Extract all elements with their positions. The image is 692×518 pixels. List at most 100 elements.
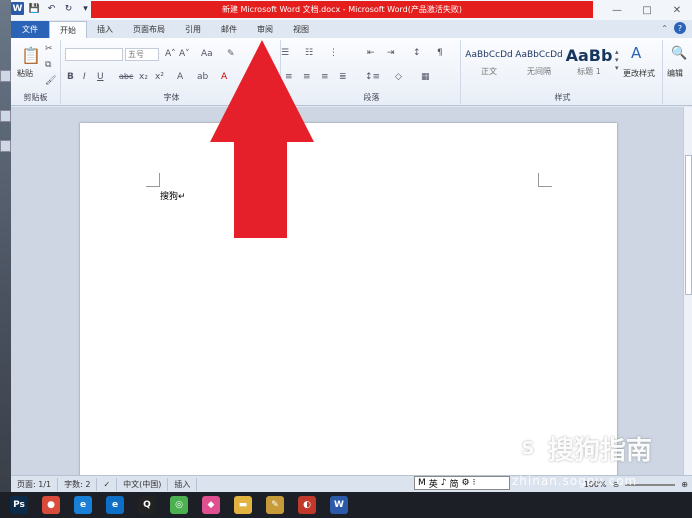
window-controls: — □ ✕ (602, 0, 692, 20)
highlight-icon[interactable]: ab (197, 72, 208, 82)
justify-icon[interactable]: ≣ (339, 72, 347, 82)
change-styles-icon[interactable]: A (631, 44, 641, 62)
browser-icon[interactable]: ◎ (170, 496, 188, 514)
proofing-icon[interactable]: ✓ (97, 477, 118, 491)
find-icon[interactable]: 🔍 (671, 46, 687, 61)
tab-references[interactable]: 引用 (175, 21, 211, 38)
style-preview: AaBbCcDd (465, 50, 513, 60)
increase-indent-icon[interactable]: ⇥ (387, 48, 395, 58)
undo-icon[interactable]: ↶ (45, 2, 58, 15)
ime-lang-toggle[interactable]: 英 (429, 477, 438, 490)
desktop-icon[interactable] (0, 70, 11, 82)
explorer-icon[interactable]: ▬ (234, 496, 252, 514)
chrome-icon[interactable]: ● (42, 496, 60, 514)
group-label: 剪贴板 (23, 93, 48, 102)
redo-icon[interactable]: ↻ (62, 2, 75, 15)
borders-icon[interactable]: ▦ (421, 72, 430, 82)
font-name-select[interactable] (65, 48, 123, 61)
style-preview: AaBbCcDd (515, 50, 563, 60)
style-heading-1[interactable]: AaBb 标题 1 (565, 44, 613, 82)
paint-icon[interactable]: ◐ (298, 496, 316, 514)
underline-button[interactable]: U (97, 72, 104, 82)
cut-icon[interactable]: ✂ (45, 44, 53, 54)
save-icon[interactable]: 💾 (28, 2, 41, 15)
ime-settings-icon[interactable]: ⚙ (462, 478, 470, 488)
superscript-button[interactable]: x² (155, 72, 164, 82)
subscript-button[interactable]: x₂ (139, 72, 148, 82)
language-indicator[interactable]: 中文(中国) (117, 477, 169, 491)
help-area: ⌃ ? (661, 22, 686, 34)
word-window: W 💾 ↶ ↻ ▾ 新建 Microsoft Word 文档.docx - Mi… (11, 0, 692, 492)
ribbon: 📋 粘贴 ✂ ⧉ 🖌 剪贴板 五号 A˄ A˅ Aa ✎ B I U abc x… (11, 38, 692, 106)
photoshop-icon[interactable]: Ps (10, 496, 28, 514)
sort-icon[interactable]: ↕ (413, 48, 421, 58)
group-label: 样式 (554, 93, 571, 102)
style-normal[interactable]: AaBbCcDd 正文 (465, 44, 513, 82)
shading-icon[interactable]: ◇ (395, 72, 402, 82)
text-effects-icon[interactable]: A (177, 72, 183, 82)
shrink-font-icon[interactable]: A˅ (179, 49, 190, 59)
paste-button[interactable]: 粘贴 (17, 68, 33, 79)
tab-page-layout[interactable]: 页面布局 (123, 21, 175, 38)
ie-icon[interactable]: e (74, 496, 92, 514)
ime-simplified-toggle[interactable]: 简 (450, 477, 459, 490)
tab-insert[interactable]: 插入 (87, 21, 123, 38)
title-bar: W 💾 ↶ ↻ ▾ 新建 Microsoft Word 文档.docx - Mi… (11, 0, 692, 20)
editing-button[interactable]: 编辑 (667, 68, 683, 79)
bold-button[interactable]: B (67, 72, 74, 82)
minimize-ribbon-icon[interactable]: ⌃ (661, 24, 668, 33)
margin-corner (538, 173, 552, 187)
editing-group: 🔍 编辑 (665, 40, 692, 104)
styles-scroll-icon[interactable]: ▴ ▾ ▾ (615, 48, 619, 72)
help-icon[interactable]: ? (674, 22, 686, 34)
style-name: 标题 1 (577, 67, 601, 76)
taskbar: Ps ● e e Q ◎ ◆ ▬ ✎ ◐ W (0, 492, 692, 518)
font-size-select[interactable]: 五号 (125, 48, 159, 61)
insert-mode[interactable]: 插入 (168, 477, 198, 491)
grow-font-icon[interactable]: A˄ (165, 49, 176, 59)
word-icon[interactable]: W (330, 496, 348, 514)
window-title: 新建 Microsoft Word 文档.docx - Microsoft Wo… (91, 1, 593, 18)
minimize-button[interactable]: — (602, 0, 632, 20)
multilevel-list-icon[interactable]: ⋮ (329, 48, 338, 58)
zoom-in-icon[interactable]: ⊕ (681, 480, 688, 489)
sogou-logo-icon: S (512, 432, 544, 465)
ime-voice-icon[interactable]: ♪ (441, 478, 447, 488)
tab-review[interactable]: 审阅 (247, 21, 283, 38)
format-painter-icon[interactable]: 🖌 (45, 76, 56, 86)
tab-file[interactable]: 文件 (11, 21, 49, 38)
brush-icon[interactable]: ✎ (266, 496, 284, 514)
maximize-button[interactable]: □ (632, 0, 662, 20)
show-marks-icon[interactable]: ¶ (437, 48, 443, 58)
tab-mailings[interactable]: 邮件 (211, 21, 247, 38)
tab-home[interactable]: 开始 (49, 21, 87, 38)
change-styles-button[interactable]: 更改样式 (623, 68, 655, 79)
page-count[interactable]: 页面: 1/1 (11, 477, 59, 491)
style-name: 正文 (481, 67, 497, 76)
edge-icon[interactable]: e (106, 496, 124, 514)
vertical-scrollbar[interactable] (683, 107, 692, 475)
italic-button[interactable]: I (83, 72, 86, 82)
align-right-icon[interactable]: ≡ (321, 72, 329, 82)
decrease-indent-icon[interactable]: ⇤ (367, 48, 375, 58)
line-spacing-icon[interactable]: ↕≡ (365, 72, 380, 82)
ime-menu-icon[interactable]: ⁝ (473, 478, 476, 488)
word-count[interactable]: 字数: 2 (58, 477, 98, 491)
tab-view[interactable]: 视图 (283, 21, 319, 38)
document-area: 搜狗↵ (11, 107, 692, 478)
ime-logo-icon[interactable]: M (418, 478, 426, 488)
balloon-icon[interactable]: ◆ (202, 496, 220, 514)
style-preview: AaBb (565, 45, 613, 65)
desktop-icon[interactable] (0, 140, 11, 152)
style-no-spacing[interactable]: AaBbCcDd 无间隔 (515, 44, 563, 82)
strikethrough-button[interactable]: abc (119, 72, 133, 81)
copy-icon[interactable]: ⧉ (45, 60, 51, 70)
qq-icon[interactable]: Q (138, 496, 156, 514)
paste-icon[interactable]: 📋 (21, 46, 41, 65)
word-logo-icon[interactable]: W (11, 2, 24, 15)
scroll-thumb[interactable] (685, 155, 692, 295)
close-button[interactable]: ✕ (662, 0, 692, 20)
document-page[interactable]: 搜狗↵ (80, 123, 617, 478)
desktop-icon[interactable] (0, 110, 11, 122)
document-text[interactable]: 搜狗↵ (160, 189, 186, 202)
